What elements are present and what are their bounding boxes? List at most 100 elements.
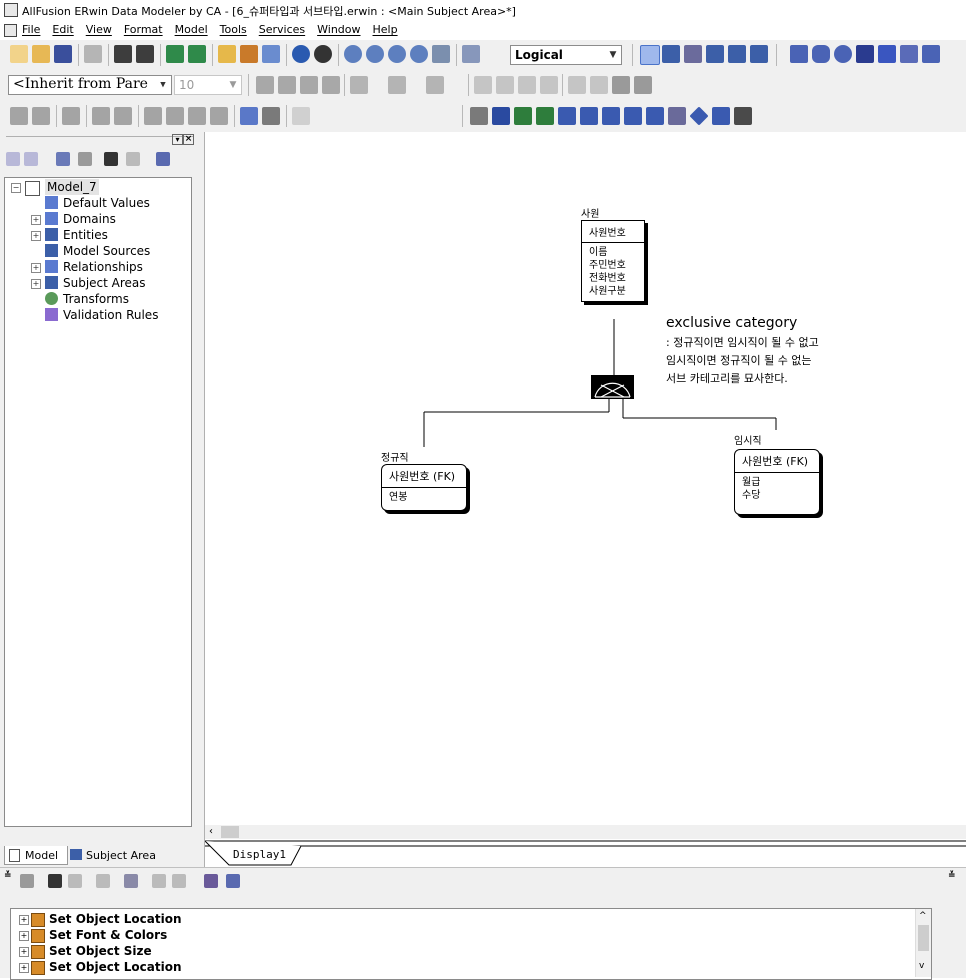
expand-icon[interactable]: + (19, 915, 29, 925)
find-next-icon[interactable] (126, 152, 140, 166)
distribute-icon[interactable] (568, 76, 586, 94)
fill-color-icon[interactable] (350, 76, 368, 94)
new-icon[interactable] (10, 45, 28, 63)
pane-grip[interactable]: ≚ (4, 872, 14, 887)
scroll-thumb[interactable] (221, 826, 239, 838)
sync-icon[interactable] (144, 107, 162, 125)
eye-icon[interactable] (292, 107, 310, 125)
hierarchy-icon[interactable] (492, 107, 510, 125)
align-right-icon[interactable] (518, 76, 536, 94)
strikeout-icon[interactable] (322, 76, 340, 94)
font-size-select[interactable]: 10 ▼ (174, 75, 242, 95)
font-color-icon[interactable] (426, 76, 444, 94)
export-icon[interactable] (188, 45, 206, 63)
forward-icon[interactable] (24, 152, 38, 166)
db-icon[interactable] (188, 107, 206, 125)
tab-subject-area[interactable]: Subject Area (86, 849, 156, 862)
split-icon[interactable] (646, 107, 664, 125)
entity-regular[interactable]: 사원번호 (FK) 연봉 (381, 464, 467, 511)
layout-icon[interactable] (240, 45, 258, 63)
back-icon[interactable] (6, 152, 20, 166)
text-icon[interactable] (922, 45, 940, 63)
frame-icon[interactable] (668, 107, 686, 125)
redo-icon[interactable] (152, 874, 166, 888)
find-icon[interactable] (104, 152, 118, 166)
pencil-icon[interactable] (878, 45, 896, 63)
menu-view[interactable]: View (86, 23, 112, 36)
polygon-icon[interactable] (900, 45, 918, 63)
report-icon[interactable] (218, 45, 236, 63)
order-icon[interactable] (602, 107, 620, 125)
explorer-grip[interactable] (6, 136, 194, 147)
redo-all-icon[interactable] (172, 874, 186, 888)
tree-root-model[interactable]: Model_7 (45, 179, 99, 195)
bookmark-icon[interactable] (204, 874, 218, 888)
entity-employee[interactable]: 사원번호 이름 주민번호 전화번호 사원구분 (581, 220, 645, 302)
expand-icon[interactable]: + (19, 947, 29, 957)
tab-model[interactable]: Model (4, 846, 68, 865)
tree-item-validation-rules[interactable]: Validation Rules (63, 307, 158, 323)
space-icon[interactable] (590, 76, 608, 94)
menu-tools[interactable]: Tools (220, 23, 247, 36)
scroll-left-icon[interactable]: ‹ (205, 825, 217, 839)
script-icon[interactable] (210, 107, 228, 125)
align-left-icon[interactable] (474, 76, 492, 94)
open-icon[interactable] (32, 45, 50, 63)
options-icon[interactable] (156, 152, 170, 166)
line-icon[interactable] (856, 45, 874, 63)
macro-icon[interactable] (262, 107, 280, 125)
pane-grip-right[interactable]: ≚ (948, 872, 958, 887)
properties-icon[interactable] (56, 152, 70, 166)
dock-icon[interactable]: ▾ (172, 134, 183, 145)
line-color-icon[interactable] (388, 76, 406, 94)
print-icon[interactable] (84, 45, 102, 63)
scroll-down-icon[interactable]: v (919, 961, 924, 971)
properties-icon[interactable] (124, 874, 138, 888)
complete-compare-icon[interactable] (92, 107, 110, 125)
expand-icon[interactable]: + (31, 279, 41, 289)
lock-icon[interactable] (62, 107, 80, 125)
find-icon[interactable] (48, 874, 62, 888)
italic-icon[interactable] (278, 76, 296, 94)
settings-icon[interactable] (734, 107, 752, 125)
rectangle-icon[interactable] (790, 45, 808, 63)
bar-icon[interactable] (558, 107, 576, 125)
group-icon[interactable] (612, 76, 630, 94)
underline-icon[interactable] (300, 76, 318, 94)
refresh-icon[interactable] (292, 45, 310, 63)
transform-icon[interactable] (240, 107, 258, 125)
scroll-up-icon[interactable]: ^ (919, 911, 927, 921)
filter-icon[interactable] (96, 874, 110, 888)
reorder-icon[interactable] (624, 107, 642, 125)
menu-model[interactable]: Model (175, 23, 208, 36)
tree-item-default-values[interactable]: Default Values (63, 195, 150, 211)
reverse-engineer-icon[interactable] (32, 107, 50, 125)
entity-temporary[interactable]: 사원번호 (FK) 월급 수당 (734, 449, 820, 515)
expand-icon[interactable]: + (31, 263, 41, 273)
bold-icon[interactable] (256, 76, 274, 94)
menu-file[interactable]: File (22, 23, 40, 36)
pointer-icon[interactable] (640, 45, 660, 65)
record-icon[interactable] (314, 45, 332, 63)
undo-icon[interactable] (20, 874, 34, 888)
expand-icon[interactable]: + (19, 963, 29, 973)
options-icon[interactable] (226, 874, 240, 888)
align-top-icon[interactable] (540, 76, 558, 94)
non-identifying-relationship-icon[interactable] (750, 45, 768, 63)
model-compare-icon[interactable] (114, 107, 132, 125)
close-icon[interactable]: × (183, 134, 194, 145)
identifying-relationship-icon[interactable] (706, 45, 724, 63)
delete-icon[interactable] (78, 152, 92, 166)
cycle-icon[interactable] (166, 107, 184, 125)
zoom-normal-icon[interactable] (388, 45, 406, 63)
expand-icon[interactable]: + (31, 215, 41, 225)
diamond-icon[interactable] (689, 106, 709, 126)
ungroup-icon[interactable] (634, 76, 652, 94)
ellipse-icon[interactable] (834, 45, 852, 63)
rows-icon[interactable] (580, 107, 598, 125)
layout-tree-icon[interactable] (470, 107, 488, 125)
many-to-many-icon[interactable] (728, 45, 746, 63)
entity-title-regular[interactable]: 정규직 (381, 449, 409, 464)
menu-window[interactable]: Window (317, 23, 360, 36)
menu-format[interactable]: Format (124, 23, 163, 36)
